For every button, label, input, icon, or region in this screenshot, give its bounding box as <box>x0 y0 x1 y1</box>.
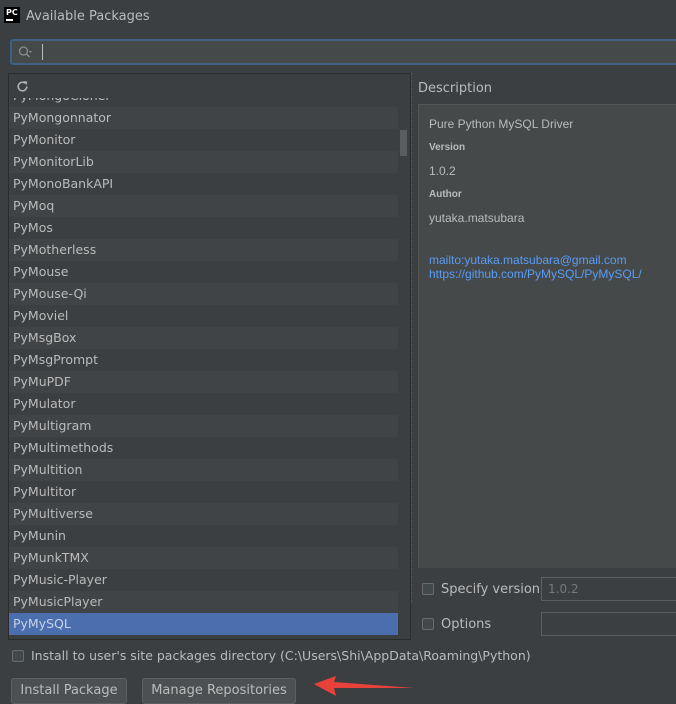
list-item[interactable]: PyMultigram <box>9 415 398 437</box>
list-item[interactable]: PyMotherless <box>9 239 398 261</box>
list-item[interactable]: PyMonoBankAPI <box>9 173 398 195</box>
homepage-link[interactable]: https://github.com/PyMySQL/PyMySQL/ <box>429 267 642 281</box>
list-item[interactable]: PyMunkTMX <box>9 547 398 569</box>
search-input[interactable] <box>40 42 640 62</box>
list-item[interactable]: PyMultiverse <box>9 503 398 525</box>
author-value: yutaka.matsubara <box>429 211 525 225</box>
title-bar: PC Available Packages <box>0 0 676 32</box>
window-title: Available Packages <box>26 9 150 24</box>
list-item[interactable]: PyMonitor <box>9 129 398 151</box>
options-input[interactable] <box>541 612 676 636</box>
version-heading: Version <box>429 142 466 153</box>
options-label: Options <box>441 617 492 632</box>
description-label: Description <box>418 81 493 96</box>
description-panel: Pure Python MySQL Driver Version 1.0.2 A… <box>418 104 676 568</box>
panel-splitter[interactable] <box>411 73 415 603</box>
list-item-selected[interactable]: PyMySQL <box>9 613 398 635</box>
list-item[interactable]: PyMouse <box>9 261 398 283</box>
list-item[interactable]: PyMunin <box>9 525 398 547</box>
package-list[interactable]: PyMongoClonerPyMongonnatorPyMonitorPyMon… <box>9 98 398 639</box>
list-item[interactable]: PyMsgPrompt <box>9 349 398 371</box>
specify-version-checkbox[interactable] <box>422 583 434 595</box>
install-user-label: Install to user's site packages director… <box>31 648 531 663</box>
list-item[interactable]: PyMouse-Qi <box>9 283 398 305</box>
app-icon-text: PC <box>6 8 18 17</box>
scrollbar-thumb[interactable] <box>400 130 407 156</box>
list-item[interactable]: PyMusic-Player <box>9 569 398 591</box>
text-caret <box>42 44 43 60</box>
package-list-panel: PyMongoClonerPyMongonnatorPyMonitorPyMon… <box>8 73 411 640</box>
refresh-icon[interactable] <box>16 80 29 93</box>
pycharm-icon: PC <box>4 7 20 23</box>
install-package-button[interactable]: Install Package <box>11 678 127 704</box>
list-toolbar <box>9 74 410 98</box>
list-item[interactable]: PyMos <box>9 217 398 239</box>
list-item[interactable]: PyMongoCloner <box>9 98 398 107</box>
list-item[interactable]: PyMongonnator <box>9 107 398 129</box>
list-item[interactable]: PyMoviel <box>9 305 398 327</box>
specify-version-select[interactable] <box>541 577 676 601</box>
manage-repositories-button[interactable]: Manage Repositories <box>142 678 296 704</box>
list-item[interactable]: PyMusicPlayer <box>9 591 398 613</box>
list-item[interactable]: PyMultimethods <box>9 437 398 459</box>
list-item[interactable]: PyMoq <box>9 195 398 217</box>
package-summary: Pure Python MySQL Driver <box>429 117 574 131</box>
install-user-checkbox[interactable] <box>12 650 24 662</box>
list-item[interactable]: PyMultition <box>9 459 398 481</box>
specify-version-label: Specify version <box>441 582 541 597</box>
list-item[interactable]: PyMultitor <box>9 481 398 503</box>
red-arrow-icon <box>314 676 414 696</box>
list-scrollbar[interactable] <box>398 98 410 639</box>
search-icon[interactable] <box>17 44 33 60</box>
search-field[interactable] <box>10 39 676 65</box>
list-item[interactable]: PyMulator <box>9 393 398 415</box>
email-link[interactable]: mailto:yutaka.matsubara@gmail.com <box>429 253 627 267</box>
version-value: 1.0.2 <box>429 164 456 178</box>
list-item[interactable]: PyMonitorLib <box>9 151 398 173</box>
list-item[interactable]: PyMuPDF <box>9 371 398 393</box>
options-checkbox[interactable] <box>422 618 434 630</box>
author-heading: Author <box>429 189 462 200</box>
list-item[interactable]: PyMsgBox <box>9 327 398 349</box>
